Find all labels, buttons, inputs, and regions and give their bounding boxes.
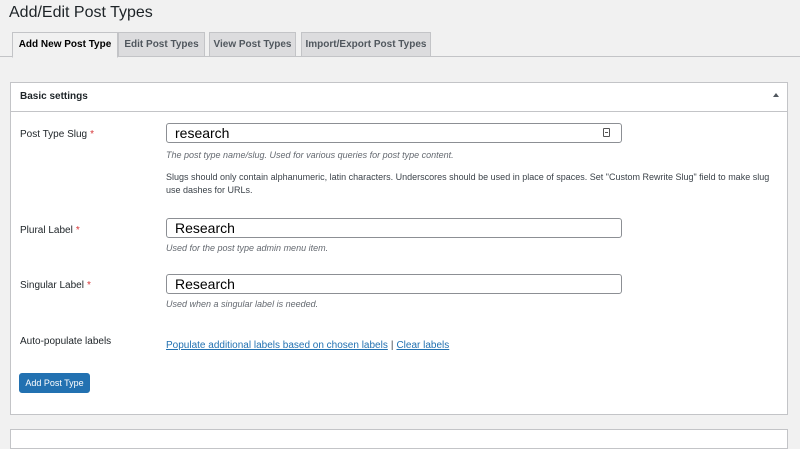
slug-label: Post Type Slug * xyxy=(20,129,94,140)
singular-help-text: Used when a singular label is needed. xyxy=(166,299,319,309)
basic-settings-panel: Basic settings Post Type Slug* The post … xyxy=(10,82,788,415)
tab-view-post-types[interactable]: View Post Types xyxy=(209,32,296,56)
required-marker: * xyxy=(90,129,94,140)
collapse-icon[interactable] xyxy=(773,93,779,97)
clear-labels-link[interactable]: Clear labels xyxy=(396,340,449,351)
singular-label: Singular Label * xyxy=(20,280,91,291)
tab-add-new-post-type[interactable]: Add New Post Type xyxy=(12,32,118,58)
panel-title: Basic settings xyxy=(20,91,88,102)
panel-header[interactable]: Basic settings xyxy=(11,83,787,112)
populate-labels-link[interactable]: Populate additional labels based on chos… xyxy=(166,340,388,351)
slug-label-text: Post Type Slug xyxy=(20,129,88,140)
slug-note: Slugs should only contain alphanumeric, … xyxy=(166,172,770,195)
plural-label-text: Plural Label xyxy=(20,225,73,236)
post-type-slug-input[interactable] xyxy=(166,123,622,143)
singular-label-text: Singular Label xyxy=(20,280,84,291)
tab-edit-post-types[interactable]: Edit Post Types xyxy=(118,32,205,56)
autopopulate-label: Auto-populate labels xyxy=(20,336,112,347)
plural-label: Plural Label * xyxy=(20,225,80,236)
tab-import-export-post-types[interactable]: Import/Export Post Types xyxy=(301,32,431,56)
required-marker: * xyxy=(75,225,80,236)
add-post-type-button[interactable]: Add Post Type xyxy=(19,373,90,393)
autopopulate-links: Populate additional labels based on chos… xyxy=(166,335,449,353)
page-title: Add/Edit Post Types xyxy=(9,4,153,21)
autofill-icon[interactable] xyxy=(603,128,610,137)
next-settings-panel xyxy=(10,429,788,449)
plural-help-text: Used for the post type admin menu item. xyxy=(166,243,329,253)
required-marker: * xyxy=(86,280,91,291)
slug-help-text: The post type name/slug. Used for variou… xyxy=(166,150,454,160)
singular-label-input[interactable] xyxy=(166,274,622,294)
plural-label-input[interactable] xyxy=(166,218,622,238)
